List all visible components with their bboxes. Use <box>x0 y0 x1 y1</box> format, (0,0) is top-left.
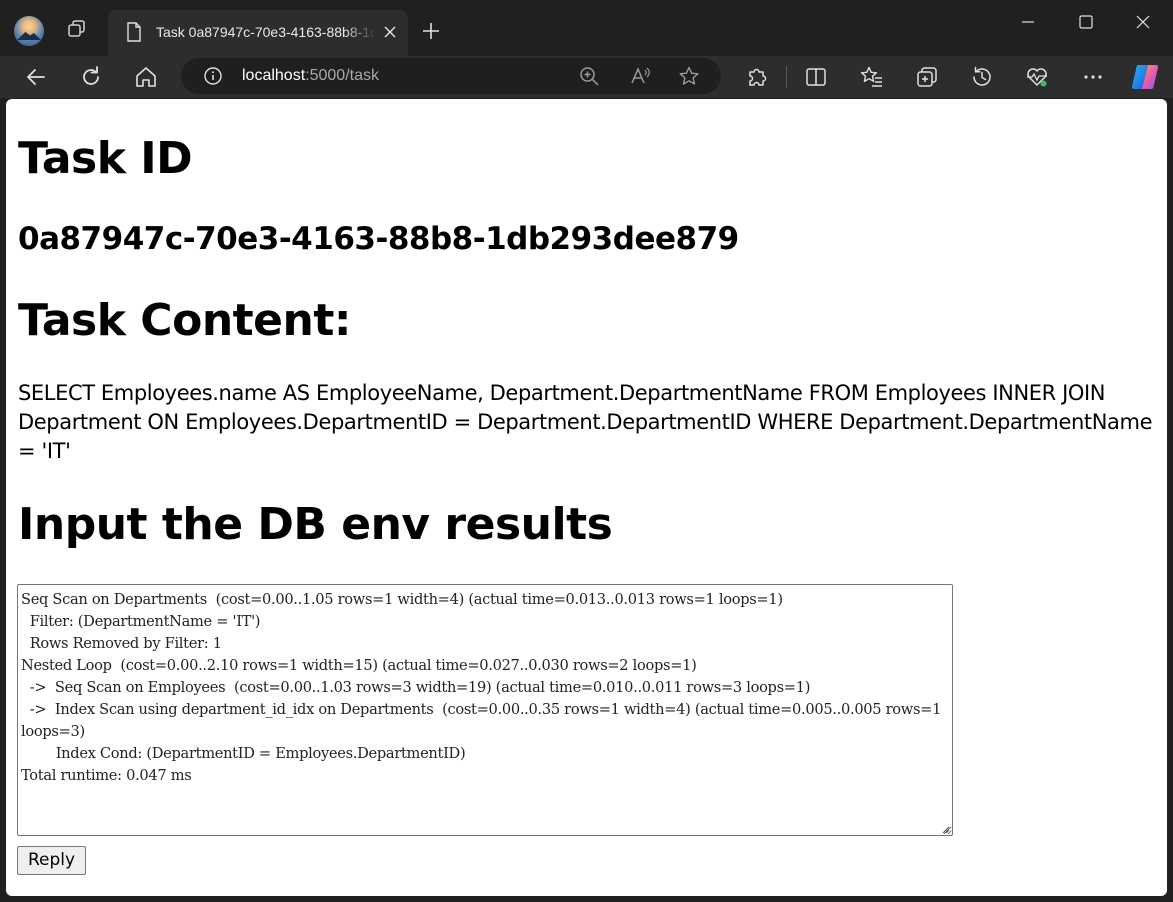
plus-icon[interactable] <box>420 20 442 42</box>
db-results-textarea[interactable]: Seq Scan on Departments (cost=0.00..1.05… <box>17 584 953 836</box>
star-icon[interactable] <box>678 65 700 87</box>
close-icon[interactable] <box>380 22 400 42</box>
zoom-in-icon[interactable] <box>578 65 600 87</box>
page-icon <box>127 22 141 42</box>
read-aloud-icon[interactable] <box>629 65 651 87</box>
back-arrow-icon[interactable] <box>23 64 49 90</box>
info-icon[interactable] <box>203 66 223 86</box>
url-host: localhost <box>242 67 306 84</box>
home-icon[interactable] <box>133 64 159 90</box>
navigation-bar: localhost:5000/task <box>0 56 1173 98</box>
copilot-icon[interactable] <box>1129 61 1161 93</box>
reply-button[interactable]: Reply <box>17 846 87 875</box>
tab-bar: Task 0a87947c-70e3-4163-88b8-1db293dee87… <box>0 0 1173 56</box>
resize-grip-icon[interactable] <box>940 824 950 834</box>
browser-window: Task 0a87947c-70e3-4163-88b8-1db293dee87… <box>0 0 1173 902</box>
page-content: Task ID 0a87947c-70e3-4163-88b8-1db293de… <box>6 99 1167 896</box>
heart-pulse-icon[interactable] <box>1024 64 1050 90</box>
favorites-list-icon[interactable] <box>859 64 885 90</box>
split-screen-icon[interactable] <box>803 64 829 90</box>
history-icon[interactable] <box>969 64 995 90</box>
more-icon[interactable] <box>1080 64 1106 90</box>
task-content-text: SELECT Employees.name AS EmployeeName, D… <box>18 381 1153 463</box>
url-text: localhost:5000/task <box>242 66 379 86</box>
tab-active[interactable]: Task 0a87947c-70e3-4163-88b8-1db293dee87… <box>108 10 408 56</box>
maximize-icon[interactable] <box>1076 12 1096 32</box>
input-heading: Input the DB env results <box>18 499 613 550</box>
collections-icon[interactable] <box>914 64 940 90</box>
tab-title: Task 0a87947c-70e3-4163-88b8-1db293dee87… <box>156 24 376 40</box>
profile-avatar-icon[interactable] <box>14 16 44 46</box>
window-close-icon[interactable] <box>1133 12 1153 32</box>
workspaces-icon[interactable] <box>66 19 88 41</box>
address-bar[interactable]: localhost:5000/task <box>181 58 721 94</box>
task-id-value: 0a87947c-70e3-4163-88b8-1db293dee879 <box>18 221 739 257</box>
minimize-icon[interactable] <box>1018 12 1038 32</box>
puzzle-icon[interactable] <box>744 64 770 90</box>
url-path: :5000/task <box>305 67 379 84</box>
toolbar-separator <box>786 66 787 88</box>
task-id-heading: Task ID <box>18 133 193 184</box>
refresh-icon[interactable] <box>78 64 104 90</box>
task-content-heading: Task Content: <box>18 295 351 346</box>
